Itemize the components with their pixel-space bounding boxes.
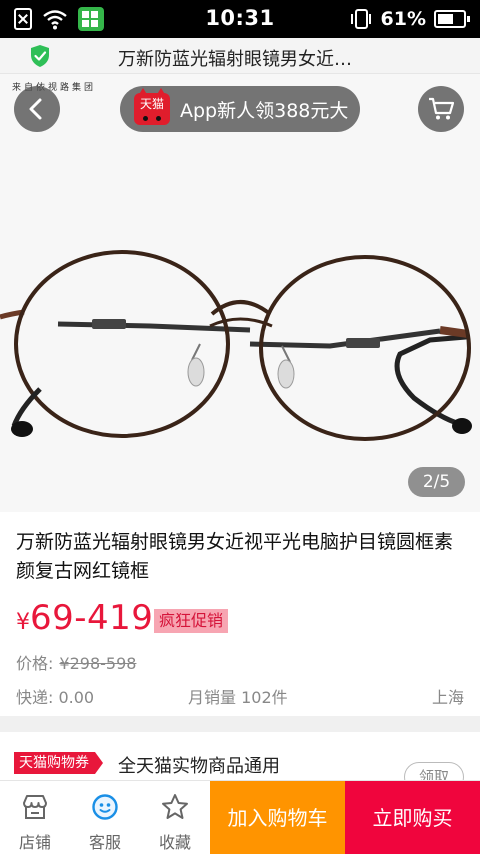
original-price: 价格: ¥298-598 [16, 650, 136, 674]
browser-title-bar: 万新防蓝光辐射眼镜男女近… [0, 38, 480, 74]
buy-now-button[interactable]: 立即购买 [345, 781, 480, 854]
product-image-glasses [0, 250, 472, 441]
coupon-text: 全天猫实物商品通用 [118, 756, 280, 777]
store-icon [23, 795, 47, 819]
express-fee: 快递: 0.00 [16, 688, 95, 707]
app-promo-banner[interactable]: 天猫 App新人领388元大 [120, 86, 360, 132]
image-pager: 2/5 [408, 467, 465, 497]
ship-location: 上海 [431, 688, 464, 707]
battery-percent: 61% [380, 8, 426, 30]
original-price-value: ¥298-598 [59, 654, 137, 673]
tmall-logo-icon: 天猫 [134, 88, 170, 125]
shopping-cart-icon [429, 97, 454, 120]
page-title: 万新防蓝光辐射眼镜男女近… [118, 49, 352, 70]
favorite-label: 收藏 [158, 833, 191, 852]
tmall-logo-text: 天猫 [139, 97, 164, 111]
store-button[interactable]: 店铺 [0, 781, 70, 854]
monthly-sales: 月销量 102件 [188, 688, 288, 707]
product-price: ¥ 69-419 [16, 598, 153, 638]
status-bar: 10:31 61% [0, 0, 480, 38]
star-icon [162, 794, 188, 819]
price-value: 69-419 [30, 598, 154, 638]
favorite-button[interactable]: 收藏 [140, 781, 210, 854]
product-image-gallery[interactable]: 来自依视路集团 天猫 App新人领388元大 2/5 [0, 74, 480, 512]
add-to-cart-button[interactable]: 加入购物车 [210, 781, 345, 854]
bottom-action-bar: 店铺 客服 收藏 加入购物车 立即购买 [0, 780, 480, 854]
shield-check-icon [31, 45, 49, 67]
battery-level [438, 14, 453, 24]
product-info: 万新防蓝光辐射眼镜男女近视平光电脑护目镜圆框素颜复古网红镜框 ¥ 69-419 … [0, 512, 480, 716]
phone-vibrate-icon [350, 9, 371, 29]
store-label: 店铺 [18, 833, 51, 852]
sale-tag: 疯狂促销 [154, 609, 229, 633]
service-label: 客服 [88, 833, 121, 852]
cart-button[interactable] [418, 86, 464, 132]
chevron-left-icon [29, 98, 42, 120]
coupon-badge: 天猫购物券 [14, 752, 103, 774]
battery-icon [434, 10, 470, 28]
back-button[interactable] [14, 86, 60, 132]
original-price-label: 价格: [16, 654, 54, 673]
section-divider [0, 716, 480, 732]
status-right-icons: 61% [349, 7, 470, 31]
price-currency: ¥ [16, 610, 30, 635]
product-title: 万新防蓝光辐射眼镜男女近视平光电脑护目镜圆框素颜复古网红镜框 [16, 531, 454, 582]
customer-service-button[interactable]: 客服 [70, 781, 140, 854]
chat-bubble-icon [92, 794, 118, 820]
promo-text: App新人领388元大 [180, 99, 349, 122]
